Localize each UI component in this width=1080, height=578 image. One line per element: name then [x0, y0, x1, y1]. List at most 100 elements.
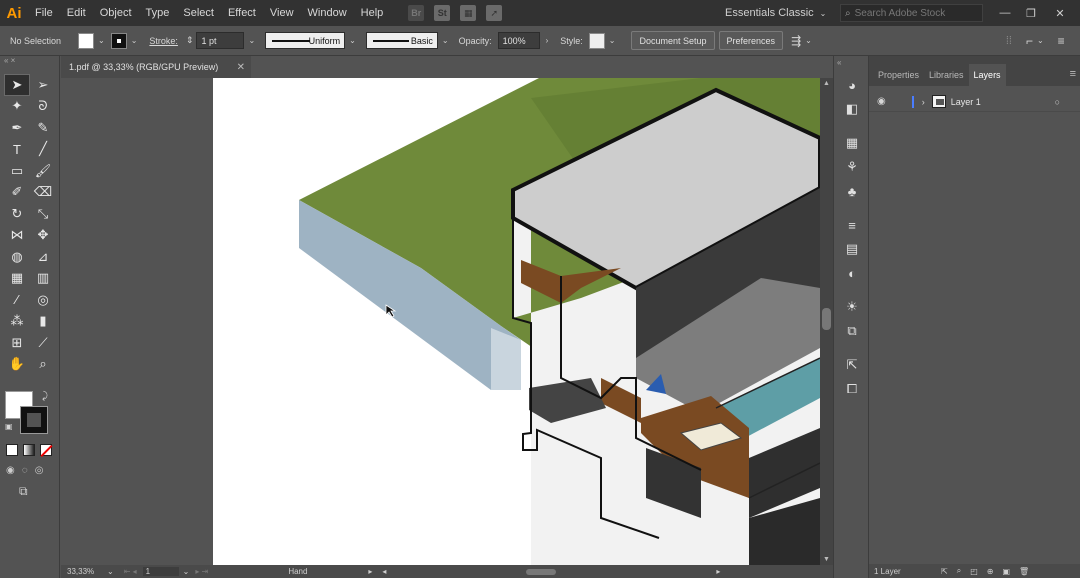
chevron-down-icon[interactable]: ⌄	[442, 36, 449, 45]
draw-inside-icon[interactable]: ◎	[35, 465, 44, 476]
swap-fill-stroke-icon[interactable]: ⤸	[42, 391, 48, 402]
vertical-scrollbar[interactable]: ▲ ▼	[820, 78, 833, 565]
artboard-number-field[interactable]: 1	[142, 567, 179, 576]
stroke-color-box[interactable]	[20, 406, 48, 434]
chevron-down-icon[interactable]: ⌄	[349, 36, 356, 45]
brush-definition-select[interactable]: Basic	[365, 32, 438, 49]
preferences-button[interactable]: Preferences	[718, 31, 784, 50]
chevron-right-icon[interactable]: ›	[546, 36, 549, 45]
scroll-up-icon[interactable]: ▲	[823, 80, 830, 87]
next-artboard-icon[interactable]: ▸ ⇥	[195, 567, 208, 576]
stroke-swatch[interactable]	[110, 32, 127, 49]
delete-layer-icon[interactable]: 🗑	[1019, 567, 1029, 576]
chevron-down-icon[interactable]: ⌄	[609, 36, 616, 45]
draw-behind-icon[interactable]: ◌	[22, 465, 28, 476]
chevron-down-icon[interactable]: ⌄	[98, 36, 105, 45]
vertical-scrollbar-thumb[interactable]	[822, 308, 831, 330]
scale-tool-icon[interactable]: ⤡	[30, 203, 56, 225]
clipping-mask-icon[interactable]: ◰	[970, 567, 978, 576]
rectangle-tool-icon[interactable]: ▭	[4, 160, 30, 182]
scroll-down-icon[interactable]: ▼	[823, 556, 830, 563]
restore-button[interactable]: ❐	[1017, 0, 1045, 26]
collapse-panels-icon[interactable]: «	[837, 58, 841, 67]
symbols-panel-icon[interactable]: ♣	[843, 182, 861, 200]
scroll-right-icon[interactable]: ▸	[716, 567, 720, 576]
width-tool-icon[interactable]: ⋈	[4, 225, 30, 247]
magic-wand-tool-icon[interactable]: ✦	[4, 96, 30, 118]
document-tab[interactable]: 1.pdf @ 33,33% (RGB/GPU Preview) ✕	[61, 56, 251, 78]
close-button[interactable]: ✕	[1046, 0, 1074, 26]
shaper-tool-icon[interactable]: ✐	[4, 182, 30, 204]
brushes-panel-icon[interactable]: ⚘	[843, 158, 861, 176]
color-panel-icon[interactable]: ◕	[843, 76, 861, 94]
chevron-down-icon[interactable]: ⌄	[107, 567, 114, 576]
workspace-switcher[interactable]: Essentials Classic ⌄	[725, 0, 826, 26]
status-menu-icon[interactable]: ▸	[368, 567, 372, 576]
close-document-icon[interactable]: ✕	[237, 62, 245, 73]
gradient-panel-icon[interactable]: ▤	[843, 240, 861, 258]
blend-tool-icon[interactable]: ◎	[30, 289, 56, 311]
variable-width-profile-select[interactable]: Uniform	[265, 32, 346, 49]
lasso-tool-icon[interactable]: ᘐ	[30, 96, 56, 118]
menu-window[interactable]: Window	[301, 0, 354, 26]
color-guide-icon[interactable]: ◧	[843, 100, 861, 118]
stroke-panel-icon[interactable]: ≡	[843, 216, 861, 234]
export-panel-icon[interactable]: ⇱	[843, 356, 861, 374]
symbol-sprayer-tool-icon[interactable]: ⁂	[4, 311, 30, 333]
isometric-house-artwork[interactable]	[61, 78, 820, 565]
perspective-grid-tool-icon[interactable]: ⊿	[30, 246, 56, 268]
canvas[interactable]	[61, 78, 820, 565]
puppet-warp-tool-icon[interactable]: ✥	[30, 225, 56, 247]
zoom-level[interactable]: 33,33%	[67, 567, 107, 576]
document-setup-button[interactable]: Document Setup	[631, 31, 715, 50]
swatches-panel-icon[interactable]: ▦	[843, 134, 861, 152]
chevron-down-icon[interactable]: ⌄	[1037, 36, 1044, 45]
mesh-tool-icon[interactable]: ▦	[4, 268, 30, 290]
menu-edit[interactable]: Edit	[60, 0, 93, 26]
transform-icon[interactable]: ⌐	[1026, 34, 1033, 48]
tab-libraries[interactable]: Libraries	[924, 64, 969, 86]
arrange-icon[interactable]: ⇶	[791, 34, 801, 48]
hand-tool-icon[interactable]: ✋	[4, 354, 30, 376]
selection-tool-icon[interactable]: ➤	[4, 74, 30, 96]
stock-icon[interactable]: St	[434, 5, 451, 21]
chevron-down-icon[interactable]: ⌄	[248, 36, 255, 45]
search-adobe-stock-input[interactable]: ⌕ Search Adobe Stock	[840, 4, 983, 22]
gradient-tool-icon[interactable]: ▥	[30, 268, 56, 290]
fill-swatch[interactable]	[78, 32, 94, 49]
eraser-tool-icon[interactable]: ⌫	[30, 182, 56, 204]
menu-effect[interactable]: Effect	[221, 0, 263, 26]
tools-panel-grip[interactable]: « ×	[0, 56, 59, 74]
arrange-documents-icon[interactable]: ▦	[460, 5, 477, 21]
control-panel-menu-icon[interactable]: ≡	[1058, 34, 1065, 48]
appearance-panel-icon[interactable]: ☀	[843, 298, 861, 316]
shape-builder-tool-icon[interactable]: ◍	[4, 246, 30, 268]
line-segment-tool-icon[interactable]: ╱	[30, 139, 56, 161]
menu-file[interactable]: File	[28, 0, 60, 26]
chevron-down-icon[interactable]: ⌄	[805, 36, 812, 45]
menu-type[interactable]: Type	[139, 0, 177, 26]
visibility-eye-icon[interactable]: ◉	[877, 96, 886, 107]
curvature-tool-icon[interactable]: ✎	[30, 117, 56, 139]
bridge-icon[interactable]: Br	[408, 5, 425, 21]
color-mode-button[interactable]	[6, 444, 18, 456]
layer-row[interactable]: ◉ › Layer 1 ○	[869, 92, 1080, 112]
layer-name[interactable]: Layer 1	[951, 97, 981, 107]
gradient-mode-button[interactable]	[23, 444, 35, 456]
rotate-tool-icon[interactable]: ↻	[4, 203, 30, 225]
none-mode-button[interactable]	[40, 444, 53, 458]
opacity-field[interactable]: 100%	[497, 32, 540, 49]
menu-help[interactable]: Help	[354, 0, 391, 26]
stepper-icon[interactable]: ⇕	[186, 35, 194, 46]
collect-for-export-icon[interactable]: ⇱	[941, 567, 948, 576]
eyedropper-tool-icon[interactable]: ⁄	[4, 289, 30, 311]
graphic-styles-panel-icon[interactable]: ⧉	[843, 322, 861, 340]
menu-view[interactable]: View	[263, 0, 301, 26]
pen-tool-icon[interactable]: ✒	[4, 117, 30, 139]
new-sublayer-icon[interactable]: ⊕	[987, 567, 994, 576]
align-icon[interactable]: ⁞⁞	[1006, 35, 1012, 47]
default-fill-stroke-icon[interactable]: ▣	[5, 422, 13, 431]
stroke-weight-field[interactable]: 1 pt	[196, 32, 245, 49]
locate-object-icon[interactable]: ⌕	[957, 566, 961, 576]
chevron-down-icon[interactable]: ⌄	[183, 567, 190, 576]
